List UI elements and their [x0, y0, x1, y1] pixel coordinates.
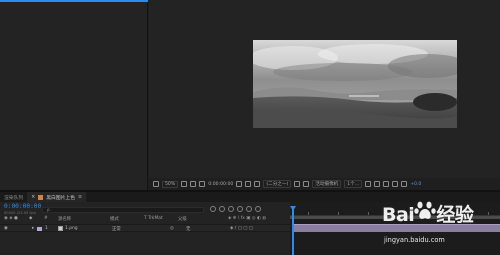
layer-search-input[interactable]: ρ.: [42, 207, 204, 213]
ruler-tick: [338, 212, 339, 215]
layer-column-headers: ◉ ◈ ● ◆ # 源名称 模式 T TrkMat 父级 ◈ ✻ \ fx ▣ …: [0, 215, 290, 223]
views-select[interactable]: 1个...: [344, 180, 363, 188]
composition-viewer[interactable]: [149, 0, 500, 190]
shy-layers-icon[interactable]: [228, 206, 234, 212]
fast-previews-icon[interactable]: [374, 181, 381, 187]
viewer-timecode[interactable]: 0:00:00:00: [208, 182, 233, 187]
grid-icon[interactable]: [190, 181, 197, 187]
ruler-tick: [368, 212, 369, 215]
column-parent[interactable]: 父级: [178, 216, 187, 222]
timeline-icon[interactable]: [383, 181, 390, 187]
toggle-pixel-aspect-icon[interactable]: [365, 181, 372, 187]
baidu-watermark: Bai 经验: [382, 200, 474, 227]
playhead-handle[interactable]: [290, 206, 296, 211]
color-channel-icon[interactable]: [254, 181, 261, 187]
ruler-tick: [308, 212, 309, 215]
label-column-icon: ◆: [29, 216, 33, 221]
ruler-tick: [488, 212, 489, 215]
exposure-value[interactable]: +0.0: [410, 182, 421, 187]
flowchart-icon[interactable]: [392, 181, 399, 187]
mask-icon[interactable]: [199, 181, 206, 187]
column-trkmat[interactable]: T TrkMat: [144, 216, 163, 221]
switches-column-icons: ◈ ✻ \ fx ▣ ◎ ◐ ◍: [228, 216, 267, 221]
panel-menu-icon[interactable]: ≡: [78, 195, 82, 200]
timeline-switches: [210, 206, 261, 212]
watermark-url: jingyan.baidu.com: [384, 236, 445, 244]
always-preview-icon[interactable]: [153, 181, 159, 187]
column-index[interactable]: #: [44, 216, 48, 221]
resolution-select[interactable]: (二分之一): [263, 180, 292, 188]
layer-mode-select[interactable]: 正常: [112, 226, 121, 232]
landscape-image: [253, 40, 457, 128]
tab-composition-label: 黑白图片上色: [46, 195, 76, 201]
watermark-brand: Bai: [382, 204, 415, 226]
viewer-toolbar: 50% 0:00:00:00 (二分之一) 活动摄像机 1个... +0.0: [149, 178, 500, 190]
column-source-name[interactable]: 源名称: [58, 216, 71, 222]
show-snapshot-icon[interactable]: [245, 181, 252, 187]
close-icon[interactable]: ×: [31, 195, 35, 200]
layer-switches[interactable]: ◈ / ▢ ▢ ▢: [230, 226, 253, 231]
playhead[interactable]: [292, 206, 294, 255]
tab-render-queue[interactable]: 渲染队列: [0, 194, 27, 201]
snapshot-icon[interactable]: [236, 181, 243, 187]
tab-composition[interactable]: × 黑白图片上色 ≡: [27, 192, 87, 202]
comp-mini-flowchart-icon[interactable]: [210, 206, 216, 212]
panel-focus-highlight: [0, 0, 148, 2]
column-mode[interactable]: 模式: [110, 216, 119, 222]
current-time-display[interactable]: 0:00:00:00: [4, 203, 41, 210]
composition-frame[interactable]: [253, 40, 457, 128]
transparency-grid-icon[interactable]: [303, 181, 310, 187]
layer-index: 1: [45, 226, 48, 231]
safe-zones-icon[interactable]: [181, 181, 188, 187]
draft-3d-icon[interactable]: [219, 206, 225, 212]
layer-name[interactable]: 1.png: [65, 226, 78, 231]
frame-blending-icon[interactable]: [237, 206, 243, 212]
motion-blur-icon[interactable]: [246, 206, 252, 212]
layer-parent-select[interactable]: 无: [186, 226, 190, 232]
camera-select[interactable]: 活动摄像机: [312, 180, 342, 188]
project-panel[interactable]: [0, 0, 148, 190]
region-of-interest-icon[interactable]: [294, 181, 301, 187]
reset-exposure-icon[interactable]: [401, 181, 408, 187]
graph-editor-icon[interactable]: [255, 206, 261, 212]
layer-label-color[interactable]: [37, 227, 42, 231]
av-features-icon: ◉ ◈ ●: [4, 216, 18, 221]
expand-chevron-icon[interactable]: ▸: [32, 226, 34, 231]
eye-icon[interactable]: ◉: [4, 226, 8, 231]
parent-pickwhip-icon[interactable]: ◎: [170, 226, 174, 231]
tab-render-queue-label: 渲染队列: [4, 195, 24, 201]
table-row[interactable]: ◉ ▸ 1 1.png 正常 ◎ 无 ◈ / ▢ ▢ ▢: [0, 224, 290, 232]
composition-swatch: [38, 194, 44, 200]
image-layer-icon: [58, 226, 63, 231]
zoom-select[interactable]: 50%: [162, 180, 179, 188]
watermark-suffix: 经验: [436, 204, 474, 226]
